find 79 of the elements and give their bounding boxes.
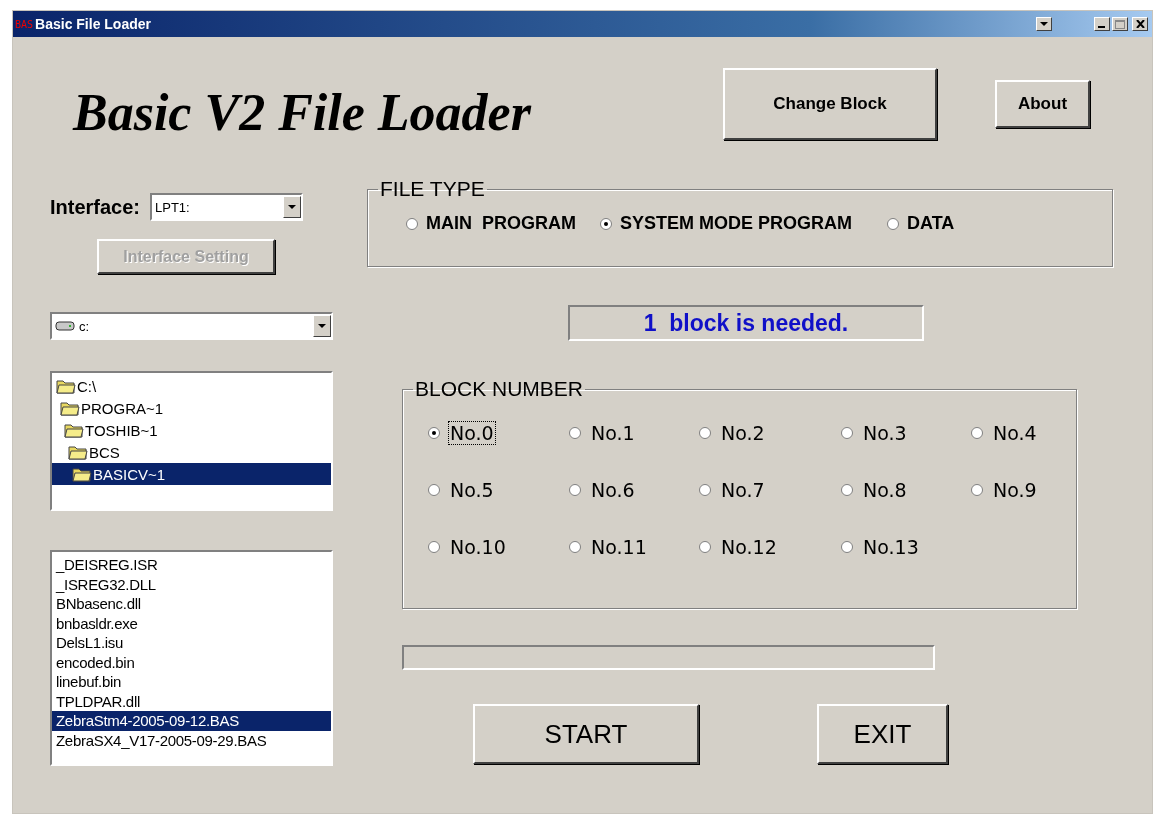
caret-icon [1040, 21, 1048, 27]
change-block-button[interactable]: Change Block [723, 68, 937, 140]
radio-button[interactable] [699, 484, 711, 496]
status-message: 1 block is needed. [568, 305, 924, 341]
maximize-button[interactable] [1112, 17, 1128, 31]
radio-button[interactable] [841, 541, 853, 553]
radio-label[interactable]: No.4 [991, 421, 1039, 445]
file-item[interactable]: ZebraStm4-2005-09-12.BAS [52, 711, 331, 731]
start-button[interactable]: START [473, 704, 699, 764]
folder-item[interactable]: BCS [52, 441, 331, 463]
caret-icon [318, 323, 326, 329]
radio-label[interactable]: No.10 [448, 535, 508, 559]
close-icon [1135, 20, 1145, 28]
drive-icon [55, 320, 75, 332]
file-item[interactable]: bnbasldr.exe [52, 613, 331, 633]
radio-label[interactable]: No.8 [861, 478, 909, 502]
file-item[interactable]: BNbasenc.dll [52, 594, 331, 614]
file-item[interactable]: linebuf.bin [52, 672, 331, 692]
minimize-button[interactable] [1094, 17, 1110, 31]
folder-tree[interactable]: C:\ PROGRA~1 TOSHIB~1 BCS BASICV~1 [50, 371, 333, 511]
radio-button[interactable] [569, 484, 581, 496]
file-list[interactable]: _DEISREG.ISR _ISREG32.DLL BNbasenc.dll bnbasldr.exe DelsL1.isu encoded.bin linebuf.bin TPLDPAR.dll ZebraStm4-2005-09-12.BAS ZebraSX4_V17-2005-09-29.BAS [50, 550, 333, 766]
exit-button[interactable]: EXIT [817, 704, 948, 764]
radio-label[interactable]: No.12 [719, 535, 779, 559]
radio-button[interactable] [569, 427, 581, 439]
radio-button[interactable] [841, 427, 853, 439]
file-item[interactable]: DelsL1.isu [52, 633, 331, 653]
radio-button[interactable] [699, 541, 711, 553]
file-item[interactable]: _DEISREG.ISR [52, 555, 331, 575]
file-item[interactable]: TPLDPAR.dll [52, 691, 331, 711]
radio-button[interactable] [428, 427, 440, 439]
radio-label[interactable]: No.13 [861, 535, 921, 559]
interface-dropdown[interactable]: LPT1: [150, 193, 304, 221]
radio-button[interactable] [569, 541, 581, 553]
radio-button[interactable] [971, 484, 983, 496]
radio-button[interactable] [699, 427, 711, 439]
app-heading: Basic V2 File Loader [73, 82, 533, 142]
radio-label[interactable]: No.2 [719, 421, 767, 445]
about-button[interactable]: About [995, 80, 1090, 128]
radio-label[interactable]: No.11 [589, 535, 649, 559]
radio-button[interactable] [600, 217, 612, 230]
interface-label: Interface: [50, 195, 141, 219]
radio-label[interactable]: MAIN PROGRAM [426, 213, 576, 234]
radio-label[interactable]: No.5 [448, 478, 496, 502]
file-item[interactable]: encoded.bin [52, 652, 331, 672]
folder-item[interactable]: PROGRA~1 [52, 397, 331, 419]
folder-icon [64, 422, 84, 438]
radio-label[interactable]: No.6 [589, 478, 637, 502]
radio-label[interactable]: No.1 [589, 421, 637, 445]
radio-label[interactable]: No.3 [861, 421, 909, 445]
file-item[interactable]: ZebraSX4_V17-2005-09-29.BAS [52, 730, 331, 750]
folder-icon [72, 466, 92, 482]
app-icon: BAS [15, 18, 34, 30]
group-title: FILE TYPE [379, 177, 486, 201]
radio-button[interactable] [428, 541, 440, 553]
maximize-icon [1115, 19, 1125, 29]
drive-dropdown[interactable]: c: [50, 312, 333, 340]
radio-button[interactable] [841, 484, 853, 496]
radio-button[interactable] [406, 217, 418, 230]
radio-label[interactable]: DATA [907, 213, 955, 234]
radio-button[interactable] [887, 217, 899, 230]
radio-label[interactable]: No.7 [719, 478, 767, 502]
window-title: Basic File Loader [35, 16, 152, 32]
close-button[interactable] [1132, 17, 1148, 31]
file-item[interactable]: _ISREG32.DLL [52, 574, 331, 594]
radio-label[interactable]: No.0 [448, 421, 496, 445]
folder-item[interactable]: BASICV~1 [52, 463, 331, 485]
radio-label[interactable]: No.9 [991, 478, 1039, 502]
group-title: BLOCK NUMBER [414, 377, 585, 401]
radio-label[interactable]: SYSTEM MODE PROGRAM [620, 213, 852, 234]
radio-button[interactable] [428, 484, 440, 496]
folder-icon [56, 378, 76, 394]
folder-item[interactable]: C:\ [52, 375, 331, 397]
menu-button[interactable] [1036, 17, 1052, 31]
folder-icon [68, 444, 88, 460]
folder-icon [60, 400, 80, 416]
caret-icon [288, 204, 297, 210]
radio-button[interactable] [971, 427, 983, 439]
folder-item[interactable]: TOSHIB~1 [52, 419, 331, 441]
